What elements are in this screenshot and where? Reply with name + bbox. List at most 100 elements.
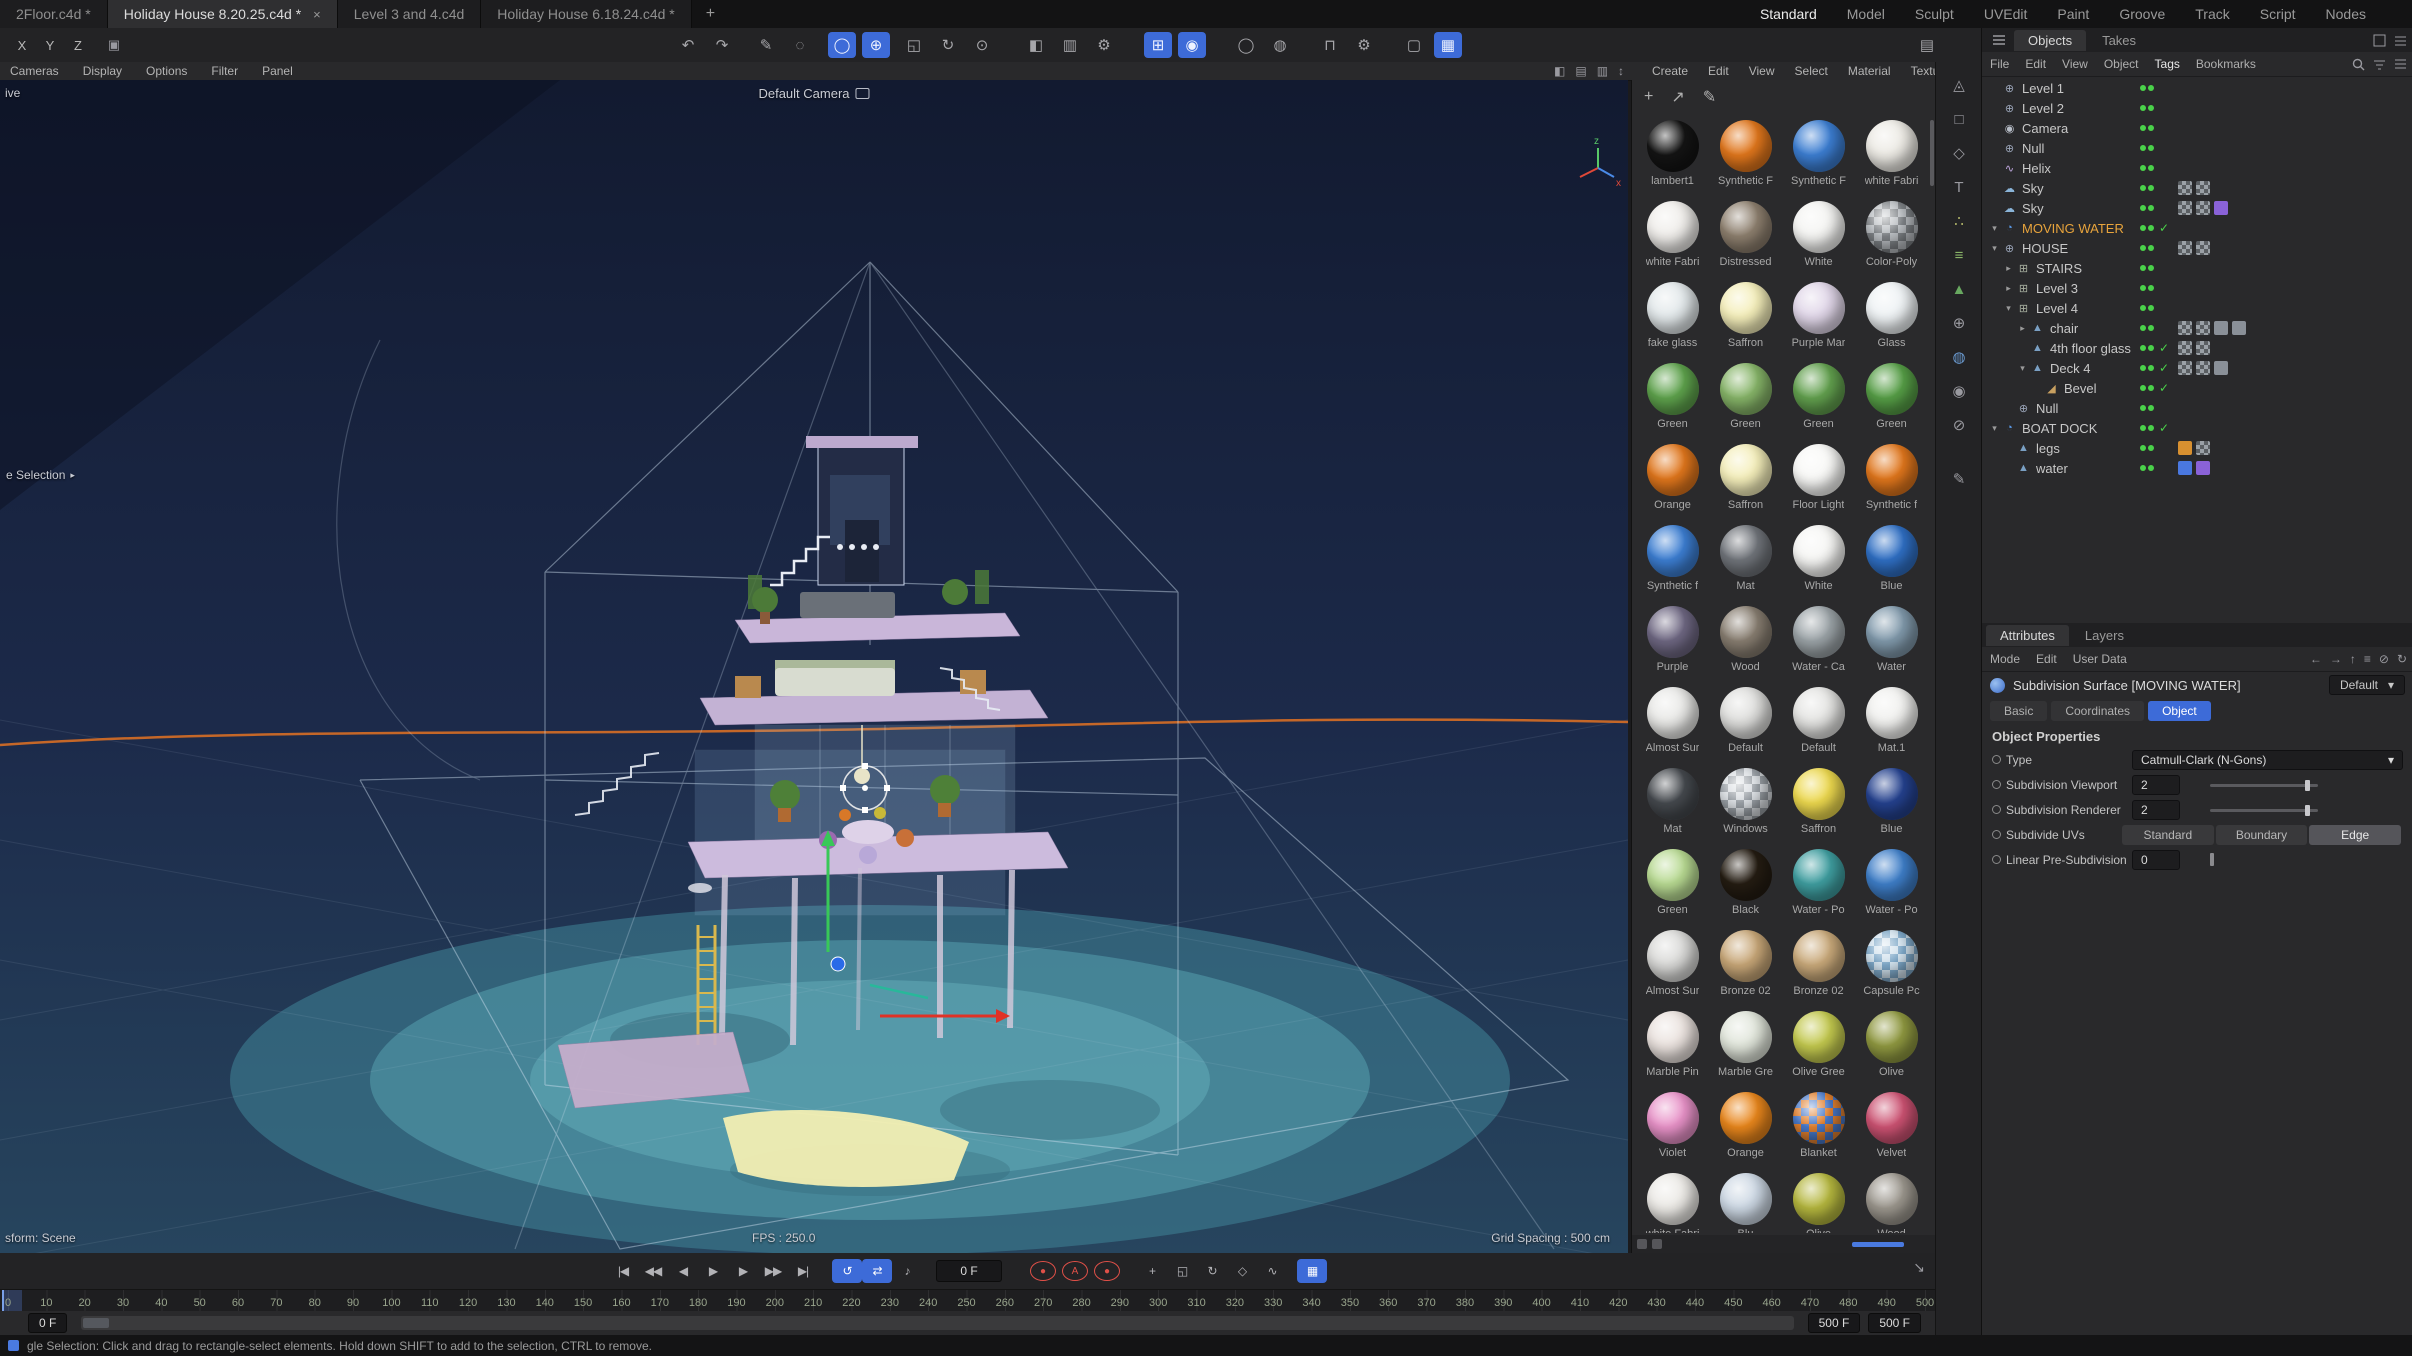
tab-attributes[interactable]: Attributes [1986, 625, 2069, 646]
render-visibility-dot[interactable] [2148, 85, 2154, 91]
material-menu-view[interactable]: View [1749, 64, 1775, 78]
tree-row[interactable]: ▾⊞Level 4 [1982, 298, 2412, 318]
spinner-handle[interactable] [2210, 853, 2214, 866]
playback-settings-icon[interactable]: ▦ [1297, 1259, 1327, 1283]
editor-visibility-dot[interactable] [2140, 185, 2146, 191]
viewport-menu-panel[interactable]: Panel [262, 64, 293, 78]
camera-swap-icon[interactable] [856, 88, 870, 99]
filter-icon[interactable]: ≡ [2364, 652, 2371, 666]
mat-updown-icon[interactable]: ↕ [1618, 64, 1624, 78]
material-item[interactable]: Synthetic f [1636, 521, 1709, 602]
material-item[interactable]: Orange [1709, 1088, 1782, 1169]
ruler-label[interactable]: 490 [1877, 1297, 1895, 1309]
ruler-label[interactable]: 150 [574, 1297, 592, 1309]
render-visibility-dot[interactable] [2148, 365, 2154, 371]
enabled-check-icon[interactable]: ✓ [2159, 421, 2169, 435]
editor-visibility-dot[interactable] [2140, 145, 2146, 151]
visibility-dots[interactable] [2140, 205, 2154, 211]
tree-row[interactable]: ▾▲Deck 4✓ [1982, 358, 2412, 378]
tree-row[interactable]: ◉Camera [1982, 118, 2412, 138]
tree-caret-icon[interactable]: ▸ [2002, 283, 2015, 294]
material-hscrollbar[interactable] [1852, 1242, 1904, 1247]
subdivide-uvs-standard-button[interactable]: Standard [2122, 825, 2214, 845]
nav-back-icon[interactable]: ← [2310, 652, 2322, 666]
material-item[interactable]: Purple [1636, 602, 1709, 683]
editor-visibility-dot[interactable] [2140, 245, 2146, 251]
ruler-label[interactable]: 130 [497, 1297, 515, 1309]
document-tab[interactable]: Holiday House 6.18.24.c4d * [481, 0, 691, 28]
material-item[interactable]: Color-Poly [1855, 197, 1928, 278]
tree-row[interactable]: ∿Helix [1982, 158, 2412, 178]
enabled-check-icon[interactable]: ✓ [2159, 221, 2169, 235]
visibility-dots[interactable] [2140, 245, 2154, 251]
material-item[interactable]: Purple Mar [1782, 278, 1855, 359]
editor-visibility-dot[interactable] [2140, 225, 2146, 231]
document-tab[interactable]: 2Floor.c4d * [0, 0, 108, 28]
upload-material-icon[interactable]: ↗ [1671, 87, 1684, 107]
editor-visibility-dot[interactable] [2140, 305, 2146, 311]
editor-visibility-dot[interactable] [2140, 165, 2146, 171]
material-item[interactable]: Mat [1636, 764, 1709, 845]
ruler-label[interactable]: 250 [957, 1297, 975, 1309]
render-visibility-dot[interactable] [2148, 285, 2154, 291]
ruler-label[interactable]: 360 [1379, 1297, 1397, 1309]
document-tab[interactable]: Level 3 and 4.c4d [338, 0, 482, 28]
ruler-label[interactable]: 390 [1494, 1297, 1512, 1309]
prev-key-icon[interactable]: ◀◀ [638, 1259, 668, 1283]
object-mode-icon[interactable]: ◇ [1944, 140, 1974, 166]
material-item[interactable]: White [1782, 197, 1855, 278]
editor-visibility-dot[interactable] [2140, 205, 2146, 211]
material-item[interactable]: Water - Po [1855, 845, 1928, 926]
ruler-label[interactable]: 160 [612, 1297, 630, 1309]
workplane-mode-icon[interactable]: ◍ [1266, 32, 1294, 58]
tree-row[interactable]: ▸⊞Level 3 [1982, 278, 2412, 298]
material-item[interactable]: Wood [1855, 1169, 1928, 1233]
snap-settings-icon[interactable]: ◉ [1944, 378, 1974, 404]
undo-icon[interactable]: ↶ [674, 32, 702, 58]
selection-hud-caret-icon[interactable]: ▸ [70, 470, 75, 481]
editor-visibility-dot[interactable] [2140, 365, 2146, 371]
material-item[interactable]: Olive [1782, 1169, 1855, 1233]
ruler-label[interactable]: 260 [996, 1297, 1014, 1309]
layout-tab-standard[interactable]: Standard [1760, 6, 1817, 22]
material-item[interactable]: white Fabri [1855, 116, 1928, 197]
subdivision-renderer-slider[interactable] [2210, 809, 2318, 812]
section-tab-object[interactable]: Object [2148, 701, 2211, 721]
render-visibility-dot[interactable] [2148, 145, 2154, 151]
material-item[interactable]: Almost Sur [1636, 683, 1709, 764]
tree-row[interactable]: ◢Bevel✓ [1982, 378, 2412, 398]
viewport-menu-display[interactable]: Display [83, 64, 122, 78]
editor-visibility-dot[interactable] [2140, 385, 2146, 391]
ruler-label[interactable]: 440 [1686, 1297, 1704, 1309]
texture-mode-icon[interactable]: T [1944, 174, 1974, 200]
ruler-label[interactable]: 80 [309, 1297, 321, 1309]
editor-visibility-dot[interactable] [2140, 465, 2146, 471]
material-item[interactable]: Water [1855, 602, 1928, 683]
ruler-label[interactable]: 340 [1302, 1297, 1320, 1309]
render-visibility-dot[interactable] [2148, 385, 2154, 391]
list-view-icon[interactable] [2394, 58, 2407, 71]
range-end-field-2[interactable]: 500 F [1868, 1313, 1921, 1333]
layout-tab-sculpt[interactable]: Sculpt [1915, 6, 1954, 22]
editor-visibility-dot[interactable] [2140, 425, 2146, 431]
checker-tag-icon[interactable] [2178, 321, 2192, 335]
visibility-dots[interactable] [2140, 225, 2154, 231]
ruler-label[interactable]: 50 [194, 1297, 206, 1309]
material-bottom-icon-2[interactable] [1652, 1239, 1662, 1249]
ruler-label[interactable]: 270 [1034, 1297, 1052, 1309]
material-bottom-icon-1[interactable] [1637, 1239, 1647, 1249]
next-key-icon[interactable]: ▶▶ [758, 1259, 788, 1283]
ruler-label[interactable]: 470 [1801, 1297, 1819, 1309]
visibility-dots[interactable] [2140, 125, 2154, 131]
visibility-dots[interactable] [2140, 145, 2154, 151]
editor-visibility-dot[interactable] [2140, 85, 2146, 91]
current-frame-field[interactable]: 0 F [936, 1260, 1002, 1282]
visibility-dots[interactable] [2140, 405, 2154, 411]
visibility-dots[interactable] [2140, 165, 2154, 171]
render-visibility-dot[interactable] [2148, 165, 2154, 171]
next-frame-icon[interactable]: ▶ [728, 1259, 758, 1283]
points-mode-icon[interactable]: ∴ [1944, 208, 1974, 234]
material-menu-edit[interactable]: Edit [1708, 64, 1729, 78]
render-visibility-dot[interactable] [2148, 465, 2154, 471]
close-icon[interactable]: × [313, 7, 321, 22]
